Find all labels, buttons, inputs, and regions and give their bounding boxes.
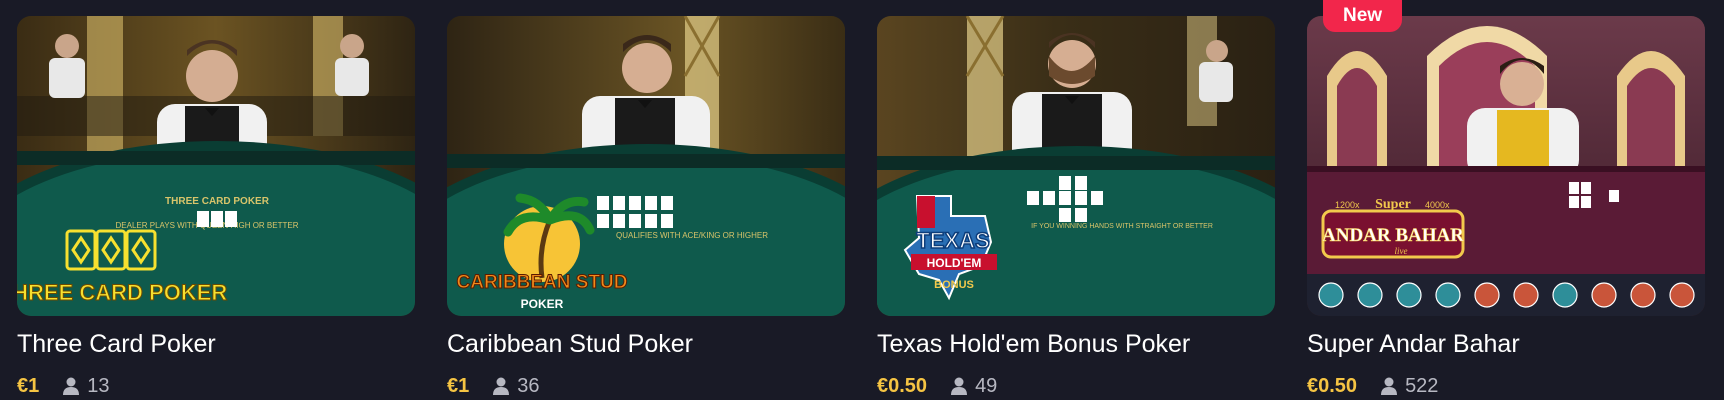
- logo-toptext: Super: [1375, 197, 1411, 212]
- logo-subtext: live: [1395, 246, 1408, 256]
- game-title[interactable]: Texas Hold'em Bonus Poker: [877, 326, 1275, 362]
- new-badge: New: [1323, 0, 1403, 32]
- game-thumbnail[interactable]: IF YOU WINNING HANDS WITH STRAIGHT OR BE…: [877, 16, 1275, 316]
- logo-subtext: BONUS: [934, 279, 974, 291]
- game-card-three-card-poker[interactable]: THREE CARD POKER DEALER PLAYS WITH QUEEN…: [17, 16, 415, 400]
- players-icon: [951, 377, 968, 395]
- logo-text: TEXAS: [916, 228, 989, 253]
- player-count: 522: [1405, 375, 1439, 397]
- game-thumbnail[interactable]: THREE CARD POKER DEALER PLAYS WITH QUEEN…: [17, 16, 415, 316]
- player-count: 49: [975, 375, 998, 397]
- game-meta: €0.50 522: [1307, 372, 1705, 400]
- caribbean-stud-poker-thumbnail: QUALIFIES WITH ACE/KING OR HIGHER CARIBB…: [447, 16, 845, 316]
- table-brand-text: THREE CARD POKER: [165, 196, 270, 207]
- player-count: 13: [87, 375, 110, 397]
- min-bet-price: €1: [17, 375, 40, 397]
- game-meta: €1 13: [17, 372, 415, 400]
- logo-subtext: POKER: [521, 297, 564, 311]
- game-meta: €0.50 49: [877, 372, 1275, 400]
- table-rule-text: IF YOU WINNING HANDS WITH STRAIGHT OR BE…: [1031, 223, 1213, 230]
- logo-text: CARIBBEAN STUD: [457, 272, 628, 293]
- game-thumbnail[interactable]: Super 1200x 4000x ANDAR BAHAR live: [1307, 16, 1705, 316]
- table-rule-text: QUALIFIES WITH ACE/KING OR HIGHER: [616, 231, 768, 240]
- player-count: 36: [517, 375, 540, 397]
- three-card-poker-thumbnail: THREE CARD POKER DEALER PLAYS WITH QUEEN…: [17, 16, 415, 316]
- game-row: THREE CARD POKER DEALER PLAYS WITH QUEEN…: [0, 0, 1724, 400]
- players-icon: [1381, 377, 1398, 395]
- game-title[interactable]: Three Card Poker: [17, 326, 415, 362]
- game-thumbnail[interactable]: QUALIFIES WITH ACE/KING OR HIGHER CARIBB…: [447, 16, 845, 316]
- game-title[interactable]: Caribbean Stud Poker: [447, 326, 845, 362]
- game-title[interactable]: Super Andar Bahar: [1307, 326, 1705, 362]
- logo-text: ANDAR BAHAR: [1322, 225, 1464, 246]
- players-icon: [63, 377, 80, 395]
- game-card-texas-holdem-bonus-poker[interactable]: IF YOU WINNING HANDS WITH STRAIGHT OR BE…: [877, 16, 1275, 400]
- game-card-super-andar-bahar[interactable]: New Super 1200x 4000x ANDAR BAHAR live S…: [1307, 0, 1705, 400]
- game-meta: €1 36: [447, 372, 845, 400]
- logo-text: THREE CARD POKER: [17, 280, 227, 305]
- min-bet-price: €0.50: [1307, 375, 1358, 397]
- logo-midtext: HOLD'EM: [927, 256, 982, 270]
- super-andar-bahar-thumbnail: Super 1200x 4000x ANDAR BAHAR live: [1307, 16, 1705, 316]
- game-card-caribbean-stud-poker[interactable]: QUALIFIES WITH ACE/KING OR HIGHER CARIBB…: [447, 16, 845, 400]
- players-icon: [493, 377, 510, 395]
- logo-right-mult: 4000x: [1425, 200, 1450, 210]
- min-bet-price: €1: [447, 375, 470, 397]
- logo-left-mult: 1200x: [1335, 200, 1360, 210]
- min-bet-price: €0.50: [877, 375, 928, 397]
- texas-holdem-bonus-poker-thumbnail: IF YOU WINNING HANDS WITH STRAIGHT OR BE…: [877, 16, 1275, 316]
